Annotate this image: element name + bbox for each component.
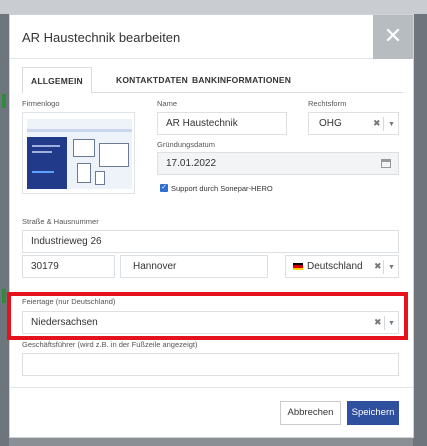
country-value: Deutschland <box>307 261 363 272</box>
geschaeftsfuehrer-input[interactable] <box>22 353 399 376</box>
dialog-header: AR Haustechnik bearbeiten ✕ <box>10 15 413 59</box>
clear-icon[interactable]: ✖ <box>374 256 382 277</box>
save-button[interactable]: Speichern <box>347 401 399 425</box>
cancel-button[interactable]: Abbrechen <box>280 401 341 425</box>
chevron-down-icon: ▼ <box>388 121 395 128</box>
background-left-panel <box>0 14 9 446</box>
gruendung-date-input[interactable]: 17.01.2022 <box>157 152 399 175</box>
name-label: Name <box>157 99 178 108</box>
close-button[interactable]: ✕ <box>373 15 413 59</box>
tab-allgemein[interactable]: ALLGEMEIN <box>22 67 92 94</box>
logo-image <box>27 119 132 189</box>
gruendung-label: Gründungsdatum <box>157 140 215 149</box>
zip-input[interactable]: 30179 <box>22 255 115 278</box>
calendar-icon[interactable] <box>381 159 391 168</box>
rechtsform-label: Rechtsform <box>308 99 347 108</box>
dialog-footer: Abbrechen Speichern <box>10 387 413 439</box>
support-label: Support durch Sonepar-HERO <box>171 184 273 193</box>
logo-label: Firmenlogo <box>22 99 60 108</box>
germany-flag-icon <box>293 263 303 270</box>
support-checkbox[interactable]: ✓ <box>160 184 168 192</box>
gruendung-value: 17.01.2022 <box>166 158 217 169</box>
street-input[interactable]: Industrieweg 26 <box>22 230 399 253</box>
dialog-title: AR Haustechnik bearbeiten <box>22 30 181 45</box>
highlight-frame <box>7 292 408 340</box>
tab-kontaktdaten[interactable]: KONTAKTDATEN <box>108 67 196 93</box>
country-select[interactable]: Deutschland ✖ ▼ <box>285 255 399 278</box>
street-label: Straße & Hausnummer <box>22 217 99 226</box>
tab-bar: ALLGEMEIN KONTAKTDATEN BANKINFORMATIONEN <box>22 67 403 94</box>
city-value: Hannover <box>133 261 177 272</box>
geschaeftsfuehrer-label: Geschäftsführer (wird z.B. in der Fußzei… <box>22 340 198 349</box>
rechtsform-select[interactable]: OHG ✖ ▼ <box>308 112 399 135</box>
background-page-strip <box>0 0 427 14</box>
edit-company-dialog: AR Haustechnik bearbeiten ✕ ALLGEMEIN KO… <box>9 14 414 438</box>
company-logo-upload[interactable] <box>22 112 135 194</box>
chevron-down-icon: ▼ <box>388 264 395 271</box>
name-input[interactable]: AR Haustechnik <box>157 112 287 135</box>
background-right-panel <box>413 14 427 446</box>
tab-bankinformationen[interactable]: BANKINFORMATIONEN <box>184 67 299 93</box>
clear-icon[interactable]: ✖ <box>373 113 381 134</box>
rechtsform-value: OHG <box>319 118 342 129</box>
city-input[interactable]: Hannover <box>120 255 268 278</box>
close-icon: ✕ <box>383 23 403 48</box>
